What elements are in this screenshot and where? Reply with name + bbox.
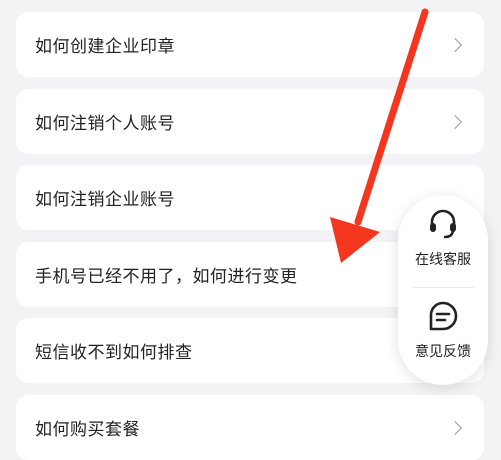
feedback-label: 意见反馈 bbox=[415, 344, 471, 360]
online-customer-service-label: 在线客服 bbox=[415, 252, 471, 268]
faq-item-label: 如何注销个人账号 bbox=[35, 114, 175, 134]
faq-item-cancel-personal-account[interactable]: 如何注销个人账号 bbox=[16, 89, 484, 154]
faq-item-label: 手机号已经不用了，如何进行变更 bbox=[35, 267, 298, 287]
chevron-right-icon bbox=[447, 114, 463, 129]
faq-item-create-company-seal[interactable]: 如何创建企业印章 bbox=[16, 12, 484, 77]
chevron-right-icon bbox=[447, 37, 463, 52]
faq-item-label: 如何注销企业账号 bbox=[35, 190, 175, 210]
faq-item-label: 如何购买套餐 bbox=[35, 420, 140, 440]
headset-icon bbox=[430, 209, 456, 239]
faq-item-label: 如何创建企业印章 bbox=[35, 37, 175, 57]
feedback-icon bbox=[429, 301, 458, 331]
menu-divider bbox=[412, 287, 474, 288]
online-customer-service-button[interactable]: 在线客服 bbox=[398, 207, 488, 287]
faq-item-label: 短信收不到如何排查 bbox=[35, 343, 193, 363]
floating-service-menu: 在线客服 意见反馈 bbox=[398, 195, 488, 385]
feedback-button[interactable]: 意见反馈 bbox=[398, 299, 488, 379]
chevron-right-icon bbox=[447, 420, 463, 435]
faq-item-buy-package[interactable]: 如何购买套餐 bbox=[16, 395, 484, 460]
